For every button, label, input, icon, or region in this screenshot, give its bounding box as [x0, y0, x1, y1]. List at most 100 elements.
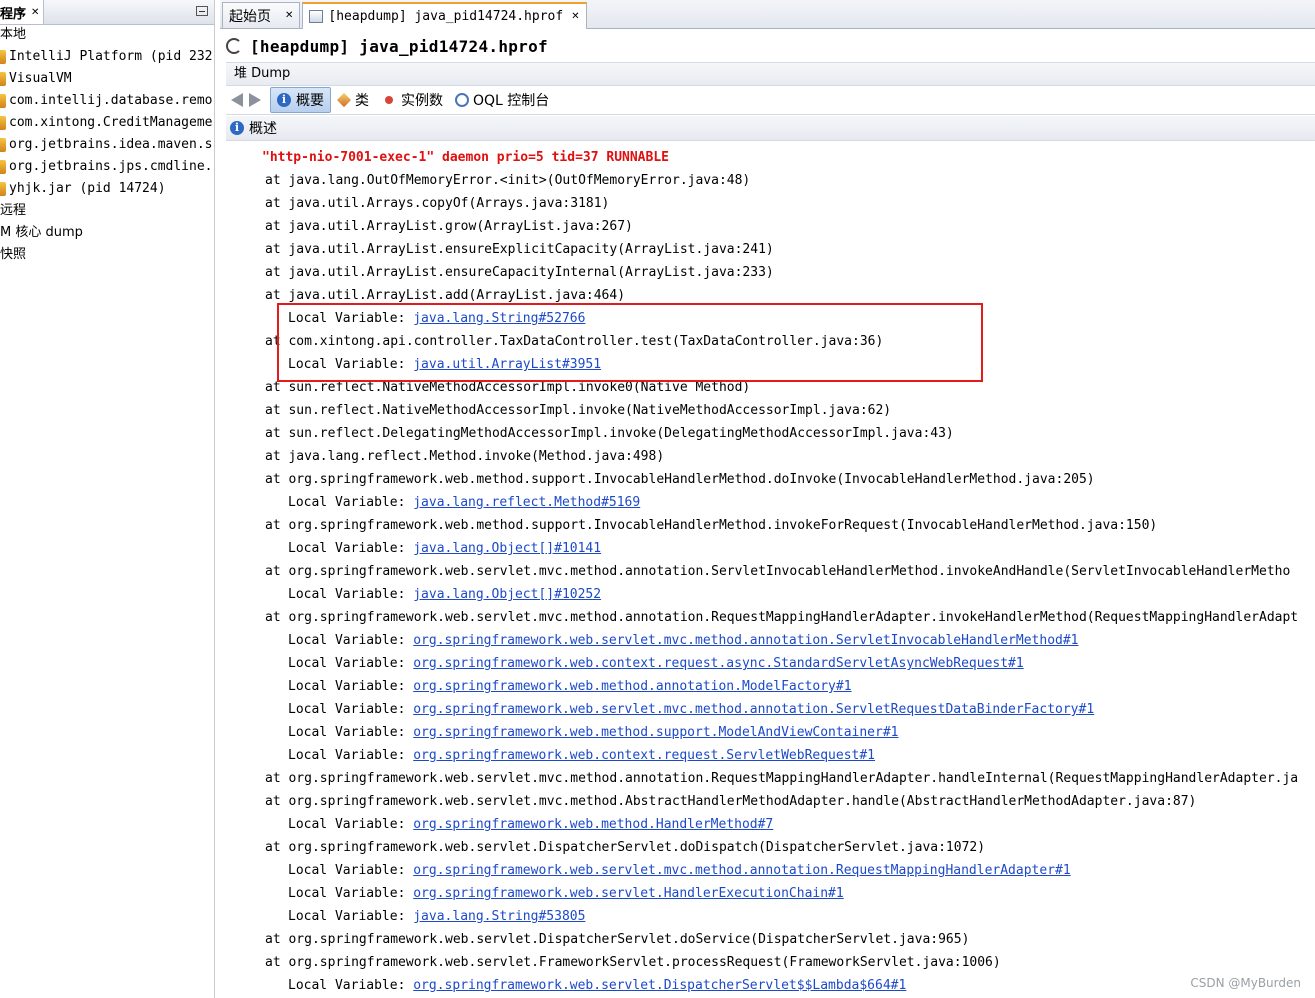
- local-variable-prefix: Local Variable:: [288, 679, 414, 694]
- close-icon[interactable]: ✕: [571, 11, 579, 22]
- instances-button[interactable]: 实例数: [375, 88, 449, 112]
- heap-dump-toolbar: i 概要 类 实例数 OQL 控制台: [226, 86, 1315, 115]
- stack-frame: at org.springframework.web.servlet.Dispa…: [265, 932, 970, 947]
- local-variable-row: Local Variable: org.springframework.web.…: [288, 698, 1094, 721]
- tree-item-label: M 核心 dump: [0, 225, 83, 240]
- local-variable-link[interactable]: java.lang.String#53805: [413, 909, 585, 924]
- local-variable-link[interactable]: org.springframework.web.method.annotatio…: [413, 679, 851, 694]
- oql-console-button[interactable]: OQL 控制台: [449, 88, 555, 112]
- local-variable-link[interactable]: org.springframework.web.context.request.…: [413, 656, 1023, 671]
- overview-section-header[interactable]: i 概述: [226, 116, 1315, 141]
- local-variable-prefix: Local Variable:: [288, 633, 414, 648]
- applications-panel: 程序 ✕ 本地 IntelliJ Platform (pid 232 VisualV…: [0, 0, 215, 998]
- stack-frame: at org.springframework.web.servlet.Dispa…: [265, 840, 986, 855]
- local-variable-row: Local Variable: org.springframework.web.…: [288, 859, 1071, 882]
- tree-app-item[interactable]: com.xintong.CreditManageme: [0, 112, 214, 134]
- local-variable-row: Local Variable: org.springframework.web.…: [288, 721, 899, 744]
- local-variable-prefix: Local Variable:: [288, 702, 414, 717]
- stack-frame: at sun.reflect.DelegatingMethodAccessorI…: [265, 426, 954, 441]
- tree-app-item[interactable]: yhjk.jar (pid 14724): [0, 178, 214, 200]
- back-arrow-icon[interactable]: [231, 93, 243, 107]
- info-icon: i: [230, 121, 244, 135]
- overview-label: 概述: [249, 121, 277, 137]
- stack-frame: at java.lang.reflect.Method.invoke(Metho…: [265, 449, 665, 464]
- local-variable-prefix: Local Variable:: [288, 863, 414, 878]
- tree-app-item[interactable]: com.intellij.database.remo: [0, 90, 214, 112]
- class-icon: [337, 94, 350, 107]
- local-variable-prefix: Local Variable:: [288, 886, 414, 901]
- local-variable-row: Local Variable: org.springframework.web.…: [288, 675, 852, 698]
- local-variable-link[interactable]: org.springframework.web.servlet.mvc.meth…: [413, 863, 1070, 878]
- tab-heapdump[interactable]: [heapdump] java_pid14724.hprof ✕: [302, 2, 587, 29]
- local-variable-row: Local Variable: org.springframework.web.…: [288, 882, 844, 905]
- local-variable-row: Local Variable: java.lang.Object[]#10252: [288, 583, 601, 606]
- minimize-icon[interactable]: [196, 6, 208, 16]
- local-variable-prefix: Local Variable:: [288, 656, 414, 671]
- local-variable-link[interactable]: org.springframework.web.servlet.mvc.meth…: [413, 702, 1094, 717]
- document-title-bar: [heapdump] java_pid14724.hprof: [220, 30, 1315, 62]
- local-variable-link[interactable]: org.springframework.web.method.HandlerMe…: [413, 817, 773, 832]
- stack-frame: at java.util.ArrayList.grow(ArrayList.ja…: [265, 219, 633, 234]
- applications-tab-label: 程序: [0, 6, 27, 22]
- tree-category[interactable]: 远程: [0, 200, 214, 222]
- application-icon: [0, 160, 6, 174]
- close-icon[interactable]: ✕: [31, 7, 39, 18]
- tree-category[interactable]: M 核心 dump: [0, 222, 214, 244]
- summary-label: 概要: [296, 93, 324, 109]
- tree-category[interactable]: 本地: [0, 24, 214, 46]
- local-variable-prefix: Local Variable:: [288, 725, 414, 740]
- local-variable-link[interactable]: java.lang.Object[]#10252: [413, 587, 601, 602]
- local-variable-link[interactable]: org.springframework.web.servlet.HandlerE…: [413, 886, 843, 901]
- summary-button[interactable]: i 概要: [270, 87, 331, 113]
- local-variable-prefix: Local Variable:: [288, 817, 414, 832]
- local-variable-row: Local Variable: org.springframework.web.…: [288, 652, 1024, 675]
- applications-panel-header: 程序 ✕: [0, 0, 214, 25]
- local-variable-row: Local Variable: java.lang.reflect.Method…: [288, 491, 640, 514]
- applications-tab[interactable]: 程序 ✕: [0, 0, 45, 24]
- local-variable-row: Local Variable: java.lang.String#53805: [288, 905, 585, 928]
- close-icon[interactable]: ✕: [285, 10, 293, 21]
- tab-label: [heapdump] java_pid14724.hprof: [328, 9, 564, 24]
- tree-app-item[interactable]: org.jetbrains.idea.maven.s: [0, 134, 214, 156]
- tree-item-label: IntelliJ Platform (pid 232: [9, 49, 213, 64]
- local-variable-link[interactable]: org.springframework.web.context.request.…: [413, 748, 875, 763]
- forward-arrow-icon[interactable]: [249, 93, 261, 107]
- local-variable-link[interactable]: org.springframework.web.method.support.M…: [413, 725, 898, 740]
- local-variable-prefix: Local Variable:: [288, 909, 414, 924]
- application-icon: [0, 116, 6, 130]
- local-variable-prefix: Local Variable:: [288, 541, 414, 556]
- tab-start-page[interactable]: 起始页 ✕: [222, 2, 301, 28]
- tree-app-item[interactable]: org.jetbrains.jps.cmdline.: [0, 156, 214, 178]
- tree-item-label: com.xintong.CreditManageme: [9, 115, 213, 130]
- tree-app-item[interactable]: IntelliJ Platform (pid 232: [0, 46, 214, 68]
- tree-category[interactable]: 快照: [0, 244, 214, 266]
- applications-tree: 本地 IntelliJ Platform (pid 232 VisualVM com.…: [0, 24, 214, 266]
- oql-console-label: OQL 控制台: [473, 93, 550, 109]
- stack-frame: at java.util.Arrays.copyOf(Arrays.java:3…: [265, 196, 610, 211]
- local-variable-link[interactable]: org.springframework.web.servlet.mvc.meth…: [413, 633, 1078, 648]
- tree-app-item[interactable]: VisualVM: [0, 68, 214, 90]
- info-icon: i: [277, 93, 291, 107]
- local-variable-prefix: Local Variable:: [288, 978, 414, 993]
- classes-button[interactable]: 类: [331, 88, 375, 112]
- tree-item-label: 远程: [0, 203, 27, 218]
- page-title: [heapdump] java_pid14724.hprof: [250, 36, 548, 56]
- watermark: CSDN @MyBurden: [1190, 976, 1301, 990]
- stack-frame: at java.util.ArrayList.ensureExplicitCap…: [265, 242, 774, 257]
- stack-frame: at org.springframework.web.servlet.mvc.m…: [265, 564, 1291, 579]
- thread-header: "http-nio-7001-exec-1" daemon prio=5 tid…: [262, 150, 669, 165]
- local-variable-link[interactable]: java.lang.reflect.Method#5169: [413, 495, 640, 510]
- stack-frame: at org.springframework.web.servlet.mvc.m…: [265, 771, 1299, 786]
- stack-frame: at org.springframework.web.method.suppor…: [265, 472, 1095, 487]
- tab-label: 起始页: [229, 8, 271, 25]
- heap-dump-subheader: 堆 Dump: [226, 62, 1315, 86]
- local-variable-link[interactable]: java.lang.Object[]#10141: [413, 541, 601, 556]
- tree-item-label: com.intellij.database.remo: [9, 93, 213, 108]
- local-variable-row: Local Variable: org.springframework.web.…: [288, 629, 1079, 652]
- stack-frame: at org.springframework.web.servlet.mvc.m…: [265, 610, 1299, 625]
- local-variable-link[interactable]: org.springframework.web.servlet.Dispatch…: [413, 978, 906, 993]
- refresh-icon[interactable]: [226, 38, 242, 54]
- stack-frame: at org.springframework.web.method.suppor…: [265, 518, 1158, 533]
- stack-frame: at org.springframework.web.servlet.mvc.m…: [265, 794, 1197, 809]
- application-icon: [0, 94, 6, 108]
